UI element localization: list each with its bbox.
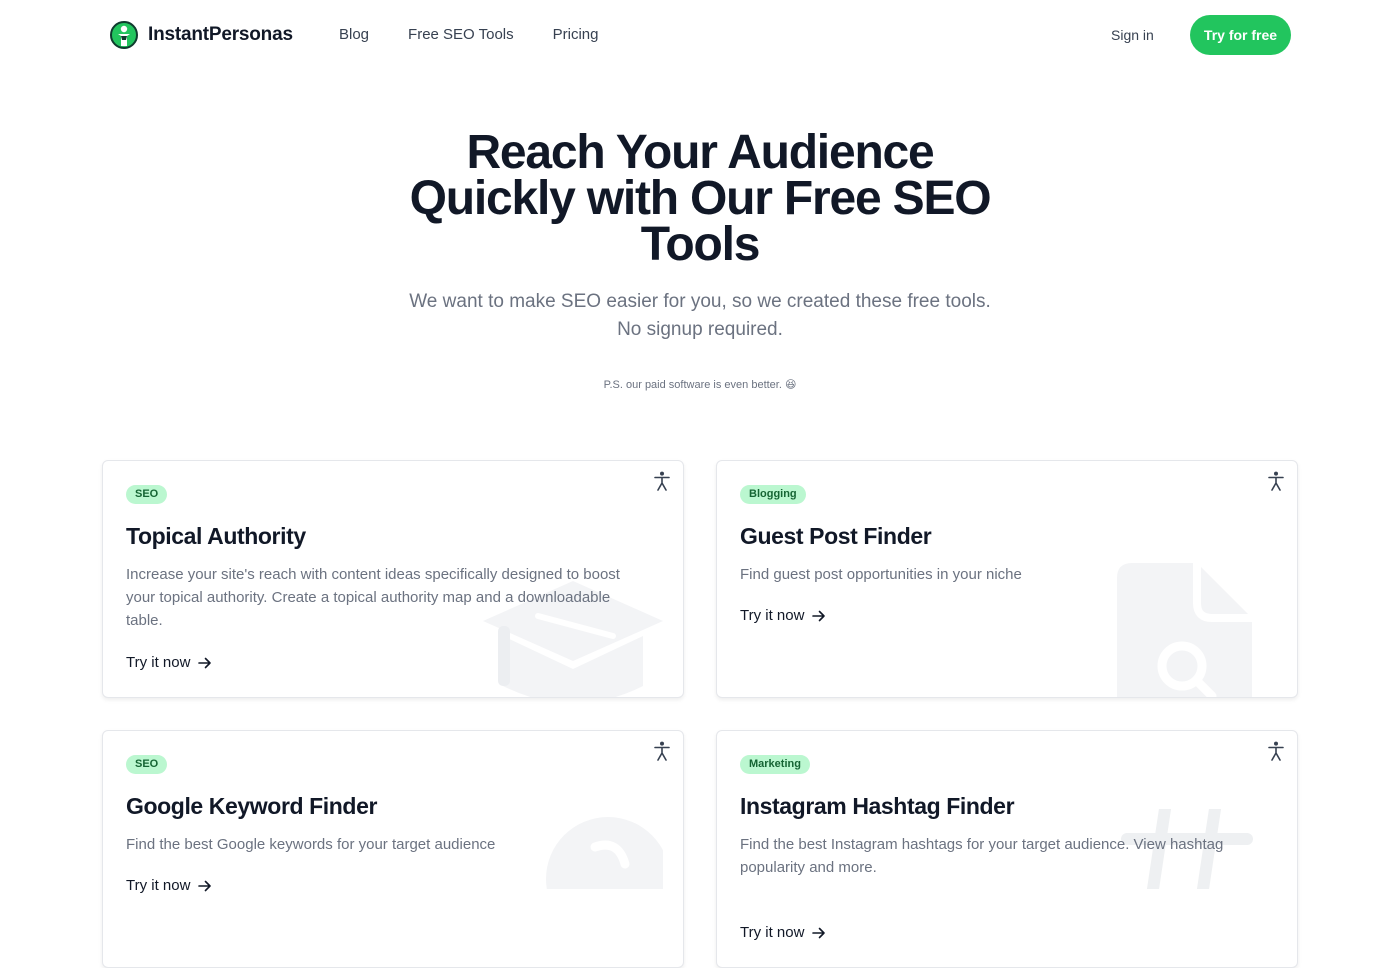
- card-description: Find the best Google keywords for your t…: [126, 836, 496, 853]
- site-header: InstantPersonas Blog Free SEO Tools Pric…: [0, 0, 1400, 70]
- main-nav: Blog Free SEO Tools Pricing: [339, 26, 599, 43]
- arrow-right-icon: [198, 657, 212, 668]
- hero-subtitle: We want to make SEO easier for you, so w…: [350, 288, 1050, 344]
- try-it-now-link[interactable]: Try it now: [740, 924, 826, 941]
- accessibility-icon[interactable]: [1267, 471, 1285, 491]
- accessibility-icon[interactable]: [1267, 741, 1285, 761]
- hero-title: Reach Your Audience Quickly with Our Fre…: [409, 126, 992, 271]
- brand-name: InstantPersonas: [148, 24, 293, 45]
- arrow-right-icon: [812, 610, 826, 621]
- accessibility-icon[interactable]: [653, 741, 671, 761]
- card-title: Guest Post Finder: [740, 523, 932, 549]
- card-title: Google Keyword Finder: [126, 793, 378, 819]
- try-it-now-label: Try it now: [740, 924, 805, 941]
- person-logo-icon: [110, 21, 138, 49]
- hero-ps-note: P.S. our paid software is even better. 😆: [603, 379, 797, 391]
- category-badge: Marketing: [740, 755, 810, 774]
- try-it-now-label: Try it now: [126, 877, 191, 894]
- card-description: Find the best Instagram hashtags for you…: [740, 836, 1224, 876]
- nav-blog[interactable]: Blog: [339, 26, 369, 43]
- category-badge: SEO: [126, 485, 168, 504]
- tool-card-google-keyword-finder[interactable]: SEO Google Keyword Finder Find the best …: [102, 730, 684, 968]
- tool-card-instagram-hashtag-finder[interactable]: Marketing Instagram Hashtag Finder Find …: [716, 730, 1298, 968]
- try-it-now-link[interactable]: Try it now: [740, 607, 826, 624]
- arrow-right-icon: [812, 927, 826, 938]
- tool-card-topical-authority[interactable]: SEO Topical Authority Increase your site…: [102, 460, 684, 698]
- try-it-now-link[interactable]: Try it now: [126, 654, 212, 671]
- tool-card-guest-post-finder[interactable]: Blogging Guest Post Finder Find guest po…: [716, 460, 1298, 698]
- try-for-free-button[interactable]: Try for free: [1190, 15, 1291, 55]
- sign-in-link[interactable]: Sign in: [1111, 27, 1154, 43]
- category-badge: Blogging: [740, 485, 806, 504]
- try-it-now-link[interactable]: Try it now: [126, 877, 212, 894]
- card-description: Increase your site's reach with content …: [126, 566, 620, 629]
- hero-subtitle-line-2: No signup required.: [617, 319, 783, 340]
- nav-free-seo-tools[interactable]: Free SEO Tools: [408, 26, 514, 43]
- category-badge: SEO: [126, 755, 168, 774]
- brand-logo-link[interactable]: InstantPersonas: [110, 21, 293, 49]
- card-description: Find guest post opportunities in your ni…: [740, 566, 1022, 583]
- card-title: Topical Authority: [126, 523, 306, 549]
- try-it-now-label: Try it now: [126, 654, 191, 671]
- try-it-now-label: Try it now: [740, 607, 805, 624]
- arrow-right-icon: [198, 880, 212, 891]
- accessibility-icon[interactable]: [653, 471, 671, 491]
- card-title: Instagram Hashtag Finder: [740, 793, 1015, 819]
- hero-subtitle-line-1: We want to make SEO easier for you, so w…: [409, 291, 991, 312]
- nav-pricing[interactable]: Pricing: [553, 26, 599, 43]
